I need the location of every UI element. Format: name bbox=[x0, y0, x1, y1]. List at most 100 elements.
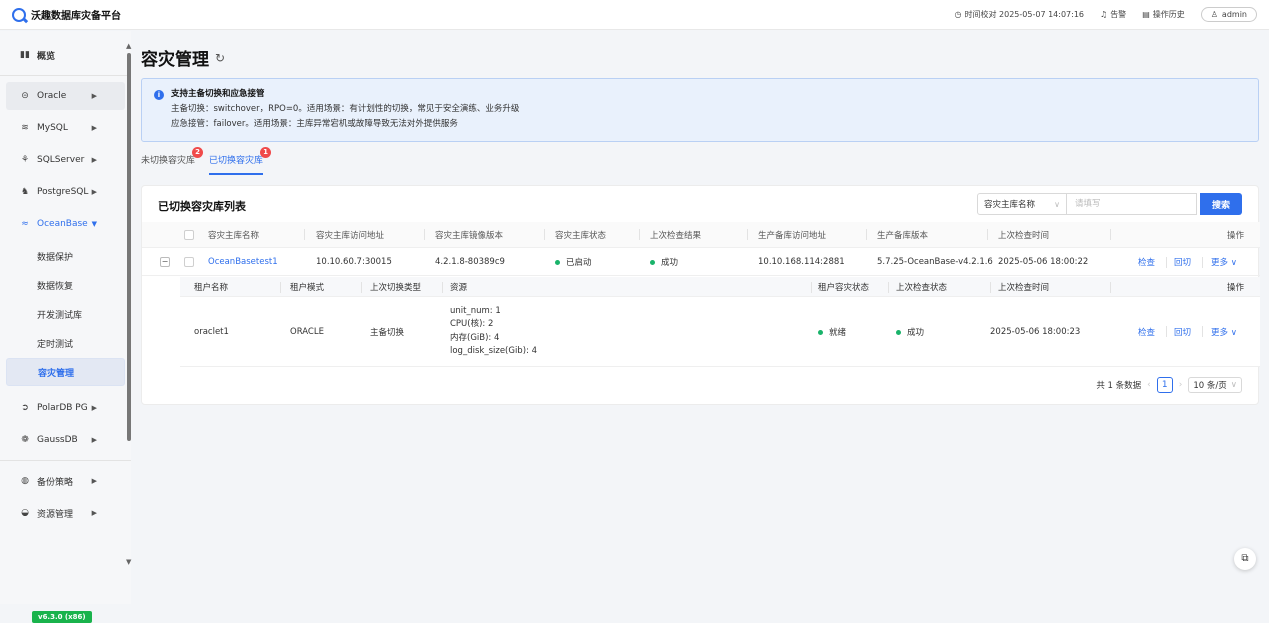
tenant-subtable: 租户名称 租户模式 上次切换类型 资源 租户容灾状态 上次检查状态 上次检查时间… bbox=[180, 277, 1260, 367]
sidebar-item-mysql[interactable]: ≋ MySQL ▶ bbox=[6, 114, 125, 142]
scroll-up-arrow[interactable]: ▲ bbox=[126, 42, 131, 50]
sidebar-item-sqlserver[interactable]: ⚘ SQLServer ▶ bbox=[6, 146, 125, 174]
floating-action-button[interactable]: ⧉ bbox=[1234, 548, 1256, 570]
filter-field-select[interactable]: 容灾主库名称 ∨ bbox=[977, 193, 1067, 215]
sidebar-item-overview[interactable]: ▮▮ 概览 bbox=[6, 41, 125, 69]
more-button[interactable]: 更多 ∨ bbox=[1211, 256, 1237, 268]
search-input[interactable] bbox=[1067, 193, 1197, 215]
search-button[interactable]: 搜索 bbox=[1200, 193, 1242, 215]
backup-icon: ◍ bbox=[21, 476, 29, 486]
collapse-icon[interactable]: − bbox=[160, 257, 170, 267]
sidebar-item-oracle[interactable]: ⊝ Oracle ▶ bbox=[6, 82, 125, 110]
postgresql-icon: ♞ bbox=[20, 187, 30, 197]
sidebar: ▮▮ 概览 ⊝ Oracle ▶ ≋ MySQL ▶ ⚘ SQLServer ▶ ♞ Postg… bbox=[0, 31, 131, 623]
user-icon: ♙ bbox=[1210, 10, 1218, 19]
sidebar-sub-scheduled-test[interactable]: 定时测试 bbox=[6, 329, 125, 357]
refresh-icon[interactable]: ↻ bbox=[215, 51, 225, 65]
history-icon: ▤ bbox=[1142, 10, 1150, 19]
caret-right-icon: ▶ bbox=[91, 92, 97, 100]
chevron-down-icon: ∨ bbox=[1054, 199, 1060, 209]
app-logo[interactable]: 沃趣数据库灾备平台 bbox=[12, 7, 121, 22]
user-menu[interactable]: ♙ admin bbox=[1200, 7, 1257, 22]
gaussdb-icon: ❁ bbox=[21, 435, 29, 445]
oceanbase-icon: ≈ bbox=[21, 219, 29, 229]
app-title: 沃趣数据库灾备平台 bbox=[31, 11, 121, 22]
switchback-button[interactable]: 回切 bbox=[1174, 256, 1191, 268]
caret-right-icon: ▶ bbox=[91, 509, 97, 517]
status-badge: 已启动 bbox=[555, 256, 592, 268]
sidebar-item-polardb[interactable]: ➲ PolarDB PG ▶ bbox=[6, 394, 125, 422]
table-row: − OceanBasetest1 10.10.60.7:30015 4.2.1.… bbox=[142, 248, 1260, 276]
divider bbox=[0, 460, 131, 461]
dr-status: 就绪 bbox=[818, 326, 846, 338]
prev-page-icon[interactable]: ‹ bbox=[1147, 380, 1151, 390]
copy-icon: ⧉ bbox=[1241, 553, 1249, 564]
caret-right-icon: ▶ bbox=[91, 436, 97, 444]
subtable-row: oraclet1 ORACLE 主备切换 unit_num: 1 CPU(核):… bbox=[180, 297, 1260, 367]
sidebar-item-oceanbase[interactable]: ≈ OceanBase ▼ bbox=[6, 210, 125, 238]
table-header: 容灾主库名称 容灾主库访问地址 容灾主库镜像版本 容灾主库状态 上次检查结果 生… bbox=[142, 222, 1260, 248]
caret-right-icon: ▶ bbox=[91, 477, 97, 485]
select-all-checkbox[interactable] bbox=[184, 230, 194, 240]
divider bbox=[0, 75, 131, 76]
bar-chart-icon: ▮▮ bbox=[20, 50, 30, 60]
sidebar-sub-data-protect[interactable]: 数据保护 bbox=[6, 242, 125, 270]
sidebar-scrollbar[interactable] bbox=[127, 53, 131, 441]
page-title: 容灾管理 ↻ bbox=[141, 50, 226, 70]
sidebar-item-backup[interactable]: ◍ 备份策略 ▶ bbox=[6, 467, 125, 495]
info-icon: i bbox=[154, 90, 164, 100]
caret-right-icon: ▶ bbox=[91, 188, 97, 196]
alert-button[interactable]: ♫ 告警 bbox=[1100, 9, 1126, 20]
search-filter: 容灾主库名称∨ 搜索 bbox=[977, 193, 1242, 215]
sidebar-item-gaussdb[interactable]: ❁ GaussDB ▶ bbox=[6, 426, 125, 454]
top-bar: 沃趣数据库灾备平台 ◷ 时间校对 2025-05-07 14:07:16 ♫ 告警 … bbox=[0, 0, 1269, 30]
sidebar-sub-dr-manage[interactable]: 容灾管理 bbox=[6, 358, 125, 386]
page-number[interactable]: 1 bbox=[1156, 377, 1173, 393]
database-icon: ⊝ bbox=[21, 91, 29, 101]
card-title: 已切换容灾库列表 bbox=[158, 200, 246, 213]
row-checkbox[interactable] bbox=[184, 257, 194, 267]
resource-icon: ◒ bbox=[21, 508, 29, 518]
caret-down-icon: ▼ bbox=[91, 220, 97, 228]
total-count: 共 1 条数据 bbox=[1096, 381, 1142, 391]
chevron-down-icon: ∨ bbox=[1230, 327, 1237, 338]
tab-bar: 未切换容灾库 2 已切换容灾库 1 bbox=[141, 147, 272, 175]
version-badge: v6.3.0 (x86) bbox=[32, 611, 92, 623]
info-alert: i 支持主备切换和应急接管 主备切换：switchover，RPO=0。适用场景… bbox=[141, 78, 1259, 142]
scroll-down-arrow[interactable]: ▼ bbox=[126, 558, 131, 566]
tab-not-switched[interactable]: 未切换容灾库 2 bbox=[141, 147, 204, 175]
polardb-icon: ➲ bbox=[21, 403, 29, 413]
sidebar-item-resource[interactable]: ◒ 资源管理 ▶ bbox=[6, 499, 125, 527]
mysql-icon: ≋ bbox=[21, 123, 29, 133]
next-page-icon[interactable]: › bbox=[1179, 380, 1183, 390]
caret-right-icon: ▶ bbox=[91, 156, 97, 164]
main-table: 容灾主库名称 容灾主库访问地址 容灾主库镜像版本 容灾主库状态 上次检查结果 生… bbox=[142, 222, 1260, 276]
check-status: 成功 bbox=[896, 326, 924, 338]
time-sync[interactable]: ◷ 时间校对 2025-05-07 14:07:16 bbox=[955, 9, 1085, 20]
resource-list: unit_num: 1 CPU(核): 2 内存(GiB): 4 log_dis… bbox=[450, 305, 537, 357]
chevron-down-icon: ∨ bbox=[1230, 257, 1237, 268]
check-result: 成功 bbox=[650, 256, 678, 268]
sidebar-item-postgresql[interactable]: ♞ PostgreSQL ▶ bbox=[6, 178, 125, 206]
check-button[interactable]: 检查 bbox=[1138, 256, 1155, 268]
clock-icon: ◷ bbox=[954, 10, 962, 19]
subtable-header: 租户名称 租户模式 上次切换类型 资源 租户容灾状态 上次检查状态 上次检查时间… bbox=[180, 277, 1260, 297]
bell-icon: ♫ bbox=[1100, 10, 1108, 19]
tenant-check-button[interactable]: 检查 bbox=[1138, 326, 1155, 338]
pagination: 共 1 条数据 ‹ 1 › 10 条/页 ∨ bbox=[1096, 377, 1242, 393]
page-size-select[interactable]: 10 条/页 ∨ bbox=[1188, 377, 1242, 393]
db-name-link[interactable]: OceanBasetest1 bbox=[208, 257, 278, 267]
caret-right-icon: ▶ bbox=[91, 124, 97, 132]
tenant-more-button[interactable]: 更多 ∨ bbox=[1211, 326, 1237, 338]
dr-list-card: 已切换容灾库列表 容灾主库名称∨ 搜索 容灾主库名称 容灾主库访问地址 容灾主库… bbox=[141, 185, 1260, 405]
sidebar-sub-data-restore[interactable]: 数据恢复 bbox=[6, 271, 125, 299]
count-badge: 1 bbox=[260, 147, 272, 158]
count-badge: 2 bbox=[192, 147, 204, 158]
history-button[interactable]: ▤ 操作历史 bbox=[1142, 9, 1185, 20]
chevron-down-icon: ∨ bbox=[1230, 380, 1237, 390]
tab-switched[interactable]: 已切换容灾库 1 bbox=[209, 147, 272, 175]
tenant-switchback-button[interactable]: 回切 bbox=[1174, 326, 1191, 338]
caret-right-icon: ▶ bbox=[91, 404, 97, 412]
sidebar-sub-dev-test[interactable]: 开发测试库 bbox=[6, 300, 125, 328]
sqlserver-icon: ⚘ bbox=[20, 155, 30, 165]
